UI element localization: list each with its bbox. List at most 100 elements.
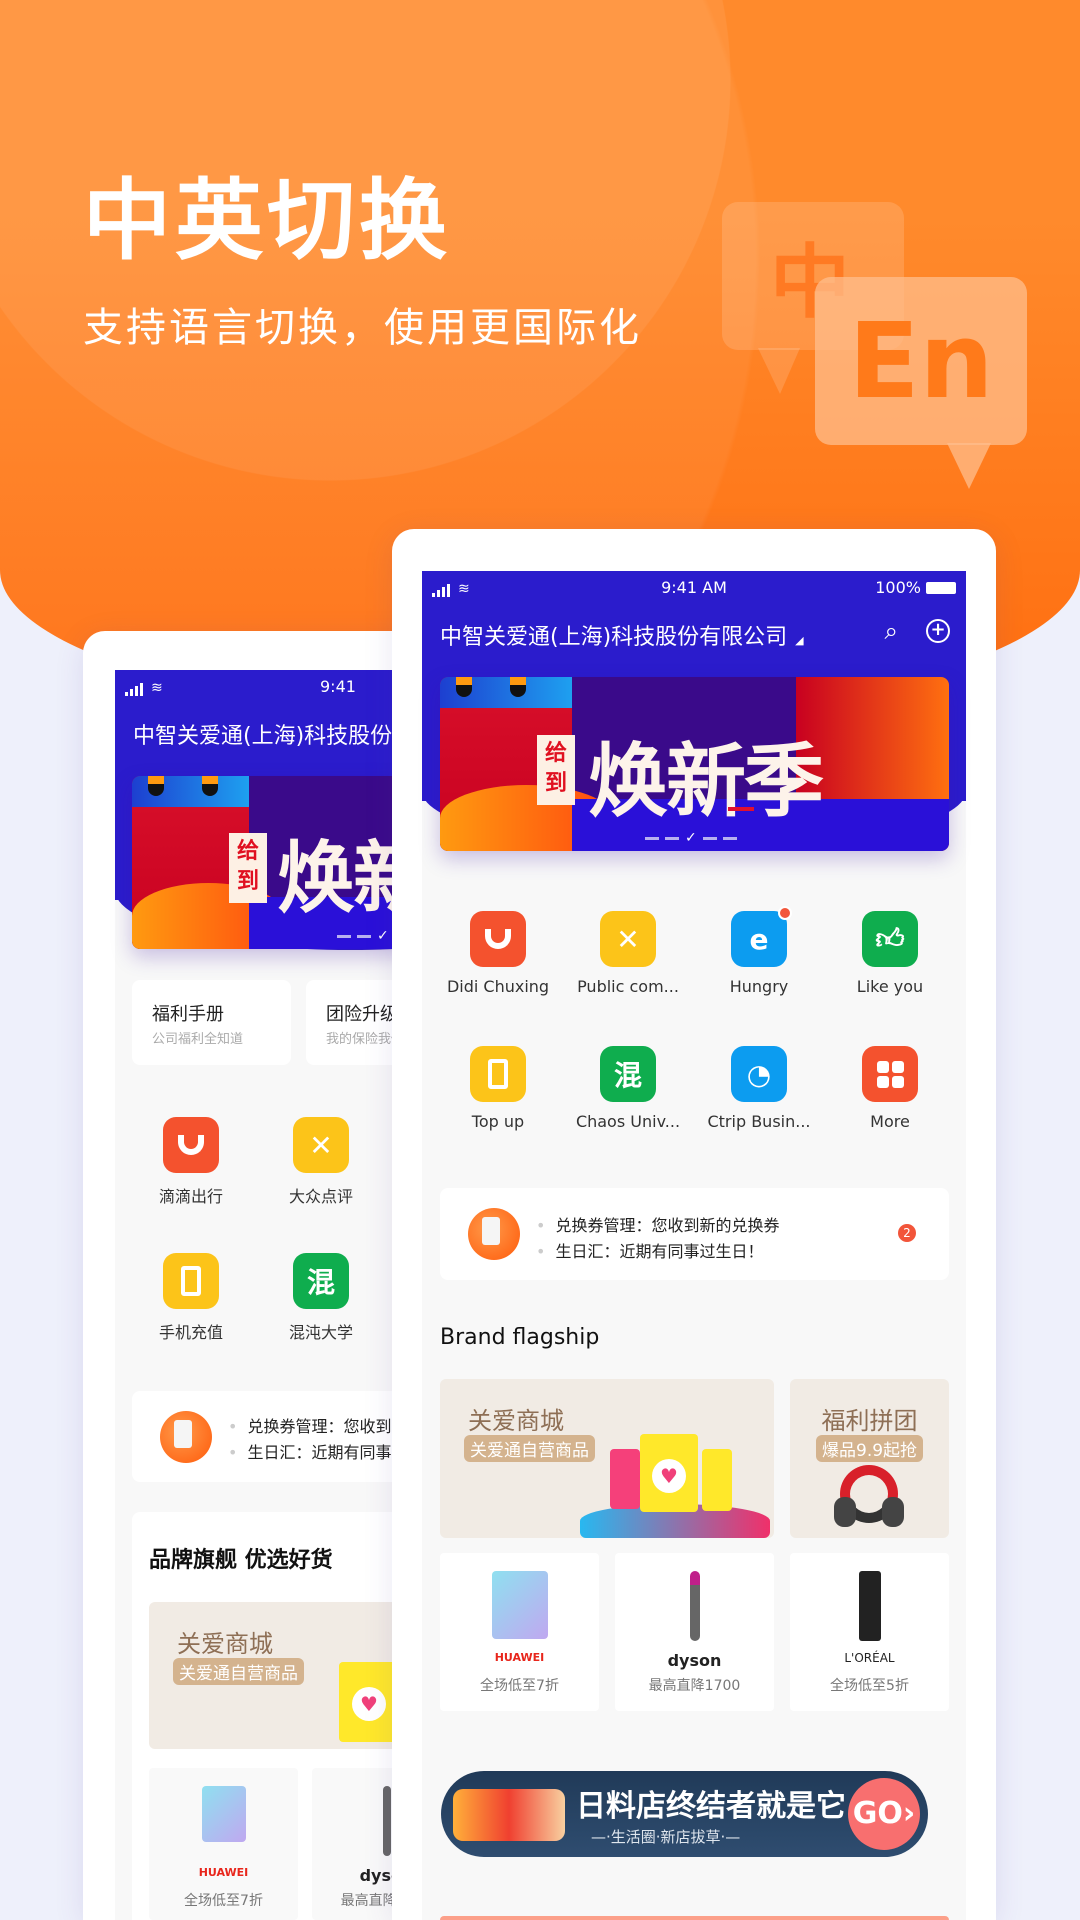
company-title[interactable]: 中智关爱通(上海)科技股份有限公司 ◢ [440, 619, 804, 651]
bottle-image [858, 1571, 881, 1641]
app-label: Like you [856, 977, 924, 996]
notification-dot [778, 906, 792, 920]
thumbs-up-icon: 👍︎ [862, 911, 918, 967]
heart-icon: ♥ [352, 1687, 386, 1721]
english-bubble-icon: En [815, 277, 1027, 489]
search-icon[interactable]: ⌕ [885, 617, 898, 645]
app-label: Ctrip Busin... [707, 1112, 811, 1131]
product-dyson[interactable]: dyson 最高直降1700 [615, 1553, 774, 1711]
dianping-icon: ✕ [293, 1117, 349, 1173]
section-title: 品牌旗舰 优选好货 [149, 1548, 333, 1573]
section-title: Brand flagship [440, 1325, 600, 1350]
food-banner[interactable]: 日料店终结者就是它 —·生活圈·新店拔草·— GO› [441, 1771, 928, 1857]
brand-logo: dyson [667, 1651, 722, 1670]
banner-tag: 给到 [537, 735, 575, 805]
go-button[interactable]: GO› [848, 1778, 920, 1850]
eleme-icon: e [731, 906, 792, 967]
product-desc: 最高直降1700 [648, 1678, 741, 1694]
promo-title: 关爱商城 [177, 1630, 273, 1658]
app-hundun[interactable]: 混混沌大学 [256, 1253, 386, 1343]
promo-subtitle: 关爱通自营商品 [464, 1435, 595, 1462]
app-more-grid[interactable]: More [825, 1046, 955, 1131]
group-buy-promo[interactable]: 福利拼团 爆品9.9起抢 [790, 1379, 949, 1538]
app-topup[interactable]: 手机充值 [126, 1253, 256, 1343]
notice-line: 兑换券管理：您收到新的兑换券 [536, 1212, 779, 1236]
card-title: 团险升级 [326, 1004, 398, 1025]
sushi-image [453, 1789, 565, 1841]
battery-icon [926, 581, 956, 594]
app-dianping[interactable]: ✕ 大众点评 [256, 1117, 386, 1207]
brand-logo: L'ORÉAL [844, 1651, 895, 1665]
status-bar: ≋ 9:41 AM 100% [422, 571, 966, 605]
heart-icon: ♥ [652, 1459, 686, 1493]
food-banner-title: 日料店终结者就是它 [576, 1789, 846, 1824]
app-label: Hungry [729, 977, 789, 996]
app-didi[interactable]: Didi Chuxing [433, 911, 563, 996]
hairdryer-image [382, 1786, 391, 1856]
welfare-handbook-card[interactable]: 福利手册 公司福利全知道 [132, 980, 291, 1065]
app-label: Top up [471, 1112, 525, 1131]
product-huawei[interactable]: HUAWEI 全场低至7折 [440, 1553, 599, 1711]
promo-subtitle: 爆品9.9起抢 [816, 1435, 924, 1462]
hairdryer-image [689, 1571, 700, 1641]
add-circle-icon[interactable]: + [926, 619, 950, 643]
wifi-icon: ≋ [151, 680, 163, 696]
english-screen: ≋ 9:41 AM 100% 中智关爱通(上海)科技股份有限公司 ◢ ⌕ + 给到… [422, 571, 966, 1920]
notice-card[interactable]: 兑换券管理：您收到新的兑换券 生日汇：近期有同事过生日！ 2 [440, 1188, 949, 1280]
notice-avatar-icon [160, 1411, 212, 1463]
promo-subtitle: 关爱通自营商品 [173, 1658, 304, 1685]
food-banner-subtitle: —·生活圈·新店拔草·— [591, 1828, 741, 1846]
product-desc: 全场低至7折 [184, 1893, 263, 1909]
banner-pager[interactable]: ✓ [645, 831, 737, 845]
app-thumbs-up[interactable]: 👍︎ Like you [825, 911, 955, 996]
english-phone-mockup: ≋ 9:41 AM 100% 中智关爱通(上海)科技股份有限公司 ◢ ⌕ + 给到… [392, 529, 996, 1920]
hero-subtitle: 支持语言切换，使用更国际化 [83, 305, 642, 351]
app-dianping[interactable]: ✕ Public com... [563, 911, 693, 996]
promo-title: 福利拼团 [821, 1407, 918, 1435]
phone-topup-icon [470, 1046, 526, 1102]
phone-topup-icon [163, 1253, 219, 1309]
notice-avatar-icon [468, 1208, 520, 1260]
notice-count-badge: 2 [898, 1224, 916, 1242]
status-time: 9:41 [320, 677, 356, 696]
banner-tag: 给到 [229, 833, 267, 903]
app-label: Didi Chuxing [446, 977, 550, 996]
phone-image [201, 1786, 246, 1842]
signal-icon: ≋ [125, 680, 163, 696]
product-desc: 全场低至5折 [830, 1678, 909, 1694]
app-phone-topup[interactable]: Top up [433, 1046, 563, 1131]
more-grid-icon [862, 1046, 918, 1102]
promo-banner[interactable]: 给到 焕新季 ✓ [440, 677, 949, 851]
ctrip-dolphin-icon: ◔ [731, 1046, 787, 1102]
app-label: 混沌大学 [288, 1323, 353, 1342]
app-hundun[interactable]: 混 Chaos Univ... [563, 1046, 693, 1131]
brand-logo: HUAWEI [494, 1651, 545, 1664]
app-ctrip-dolphin[interactable]: ◔ Ctrip Busin... [694, 1046, 824, 1131]
product-desc: 全场低至7折 [480, 1678, 559, 1694]
hero-title: 中英切换 [83, 169, 452, 272]
battery-indicator: 100% [875, 578, 956, 597]
app-label: More [870, 1112, 910, 1131]
next-banner[interactable] [440, 1916, 949, 1920]
app-eleme[interactable]: e Hungry [694, 906, 824, 996]
care-mall-promo[interactable]: 关爱商城 关爱通自营商品 ♥ [440, 1379, 774, 1538]
dropdown-triangle-icon: ◢ [795, 634, 804, 647]
app-label: Chaos Univ... [575, 1112, 681, 1131]
phone-image [491, 1571, 548, 1639]
didi-icon [470, 911, 526, 967]
promo-title: 关爱商城 [468, 1407, 564, 1435]
brand-logo: HUAWEI [198, 1866, 249, 1879]
app-label: Public com... [577, 977, 679, 996]
hundun-icon: 混 [600, 1046, 656, 1102]
company-title-text: 中智关爱通(上海)科技股份有限公司 [440, 625, 788, 650]
banner-headline: 焕新季 [588, 735, 824, 828]
hundun-icon: 混 [293, 1253, 349, 1309]
product-loreal[interactable]: L'ORÉAL 全场低至5折 [790, 1553, 949, 1711]
app-label: 手机充值 [158, 1323, 223, 1342]
didi-icon [163, 1117, 219, 1173]
app-didi[interactable]: 滴滴出行 [126, 1117, 256, 1207]
battery-text: 100% [875, 578, 921, 597]
app-label: 滴滴出行 [158, 1187, 223, 1206]
product-huawei[interactable]: HUAWEI 全场低至7折 [149, 1768, 298, 1920]
card-subtitle: 公司福利全知道 [152, 1032, 244, 1047]
